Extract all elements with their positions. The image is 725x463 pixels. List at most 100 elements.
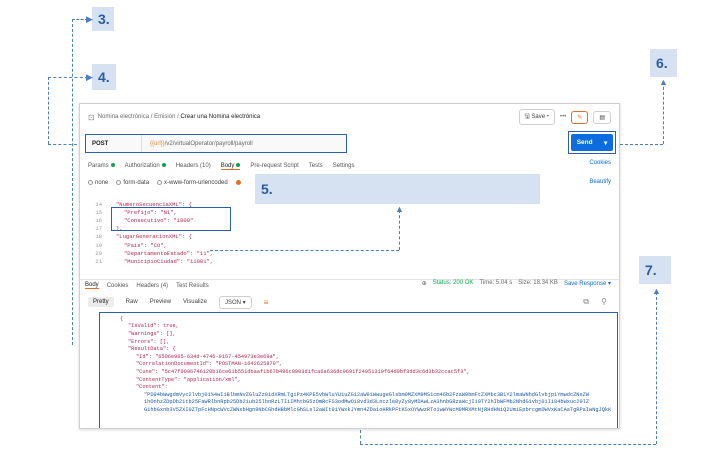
tab-3[interactable]: Body <box>220 162 241 170</box>
search-icon[interactable]: ⚲ <box>601 297 607 306</box>
response-tab-3[interactable]: Test Results <box>176 283 209 289</box>
status-dot <box>161 163 166 167</box>
tab-5[interactable]: Tests <box>309 163 323 169</box>
breadcrumb-parent[interactable]: Nomina electrónica <box>98 114 149 120</box>
connector-7-left <box>360 430 361 444</box>
cookies-link[interactable]: Cookies <box>589 160 611 166</box>
tab-0[interactable]: Params <box>88 163 115 169</box>
json-line: "Id": "6506e905-634d-4746-9167-454973e3e… <box>100 353 617 361</box>
beautify-link[interactable]: Beautify <box>589 179 611 185</box>
response-body[interactable]: {"IsValid": true, "Warnings": [], "Errors"… <box>99 312 618 428</box>
json-text: { <box>120 315 124 322</box>
breadcrumb-middle[interactable]: Emisión <box>154 114 175 120</box>
tab-6[interactable]: Settings <box>333 163 355 169</box>
connector-6-vertical <box>663 82 664 144</box>
connector-5-vertical <box>399 210 400 250</box>
request-tabs: Params Authorization Headers (10) Body Pre-r… <box>80 160 619 172</box>
connector-6 <box>620 144 663 145</box>
tab-4[interactable]: Pre-request Script <box>250 163 298 169</box>
line-number: 20 <box>95 249 102 257</box>
connector-7-bottom <box>360 444 656 445</box>
editor-line: 21 "MunicipioCiudad": "11001", <box>80 257 611 265</box>
tab-label: Pre-request Script <box>250 163 299 169</box>
line-number: 19 <box>95 241 102 249</box>
line-number: 15 <box>95 208 102 216</box>
json-text: "ContentType": "application/xml", <box>136 376 241 383</box>
url-path: /v2/virtualOperator/payroll/payroll <box>164 140 253 147</box>
response-tab-1[interactable]: Cookies <box>107 283 129 289</box>
body-option-raw[interactable] <box>235 179 243 186</box>
line-text: "DepartamentoEstado": "11", <box>124 249 214 257</box>
line-text: "Pais": "CO", <box>124 241 167 249</box>
copy-icon[interactable]: ⧉ <box>583 297 589 307</box>
json-line: "Cune": "5c47f0096746120b16ce61b551dbaaf… <box>100 368 617 376</box>
json-text: G1hbGxnb3V5ZXI0ZTpFcHNpcWVcZWNsbHgn9NbCG… <box>144 406 612 413</box>
connector-5-horizontal <box>210 250 399 251</box>
send-button[interactable]: Send ▾ <box>571 134 613 151</box>
status-dot <box>110 163 115 167</box>
json-line: 1hOnhzZDpDb21tb25FaWRlbnRpb25Db21ub25lbn… <box>100 399 617 407</box>
wrap-icon[interactable]: ≡ <box>264 298 269 307</box>
body-option-urlencoded[interactable]: x-www-form-urlencoded <box>157 179 228 186</box>
callout-7: 7. <box>639 256 671 284</box>
json-text: "ResultData": { <box>128 346 176 353</box>
response-size: Size: 18.34 KB <box>518 280 558 286</box>
connector-7 <box>656 292 657 444</box>
line-text: "MunicipioCiudad": "11001", <box>124 257 214 265</box>
send-button-outline: Send ▾ <box>568 131 616 154</box>
tab-2[interactable]: Headers (10) <box>176 163 211 169</box>
status-dot <box>236 162 241 167</box>
json-line: "IsValid": true, <box>100 323 617 331</box>
format-pretty[interactable]: Pretty <box>88 297 114 307</box>
tab-label: Tests <box>308 163 323 169</box>
json-text: "IsValid": true, <box>128 323 179 330</box>
url-input[interactable]: {{url}}/v2/virtualOperator/payroll/payro… <box>142 141 253 147</box>
body-option-none[interactable]: none <box>88 179 108 186</box>
json-text: "Cune": "5c47f0096746120b16ce61b551dbaaf… <box>136 368 470 375</box>
json-text: "Errors": [], <box>128 338 170 345</box>
globe-icon: ⊕ <box>421 281 427 287</box>
response-tab-0[interactable]: Body <box>85 282 99 289</box>
documentation-icon[interactable]: ▤ <box>593 110 611 124</box>
tab-label: Authorization <box>124 163 160 169</box>
json-line: "Errors": [], <box>100 338 617 346</box>
response-status: ⊕ Status: 200 OK Time: 5.04 s Size: 18.3… <box>422 280 611 287</box>
json-line: "Content": <box>100 383 617 391</box>
more-button[interactable]: ••• <box>560 114 566 120</box>
arrow-up-icon: ▲ <box>652 286 661 296</box>
json-line: G1hbGxnb3V5ZXI0ZTpFcHNpcWVcZWNsbHgn9NbCG… <box>100 406 617 414</box>
save-response-button[interactable]: Save Response ▾ <box>564 280 611 287</box>
callout-5: 5. <box>255 174 540 204</box>
tab-label: Params <box>88 163 109 169</box>
format-preview[interactable]: Preview <box>150 299 171 305</box>
edit-icon[interactable]: ✎ <box>571 110 589 124</box>
url-bar: POST {{url}}/v2/virtualOperator/payroll/… <box>85 134 347 153</box>
chevron-down-icon[interactable]: ▾ <box>604 139 607 147</box>
format-raw[interactable]: Raw <box>126 299 138 305</box>
line-number: 14 <box>95 200 102 208</box>
line-number: 17 <box>95 225 102 233</box>
editor-line: 19 "Pais": "CO", <box>80 241 611 249</box>
response-tab-2[interactable]: Headers (4) <box>136 283 168 289</box>
json-line: "ResultData": { <box>100 345 617 353</box>
callout-4: 4. <box>92 64 116 90</box>
line-number: 21 <box>95 257 102 265</box>
format-visualize[interactable]: Visualize <box>183 299 207 305</box>
body-option-form-data[interactable]: form-data <box>116 179 149 186</box>
method-label: POST <box>92 140 109 147</box>
format-tabs: Pretty Raw Preview Visualize JSON ▾ ≡ <box>80 295 619 309</box>
connector-4-vertical <box>48 77 49 144</box>
url-variable: {{url}} <box>150 140 165 147</box>
connector-3-vertical <box>72 19 73 345</box>
format-json-select[interactable]: JSON ▾ <box>218 295 252 309</box>
save-button[interactable]: 🖫 Save ▾ <box>518 109 555 125</box>
editor-line: 18 "LugarGeneracionXML": { <box>80 233 611 241</box>
json-line: { <box>100 315 617 323</box>
arrow-head-icon: ▶ <box>86 72 93 82</box>
json-line: "PD94bWwgdmVyc2lvbj01%4wIiBlbmNvZGluZz0i… <box>100 391 617 399</box>
tab-1[interactable]: Authorization <box>125 163 166 169</box>
json-text: 1hOnhzZDpDb21tb25FaWRlbnRpb25Db21ub25lbn… <box>144 399 590 406</box>
callout-6: 6. <box>650 49 677 77</box>
method-select[interactable]: POST <box>86 135 142 152</box>
line-number: 18 <box>95 233 102 241</box>
